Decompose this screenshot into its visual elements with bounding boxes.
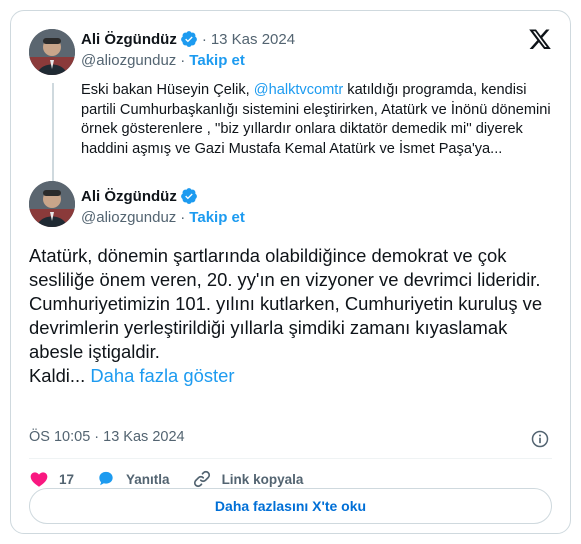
reply-bubble-icon xyxy=(99,471,113,486)
copy-link-label: Link kopyala xyxy=(221,471,304,487)
author-handle[interactable]: @aliozgunduz xyxy=(81,209,176,226)
divider xyxy=(29,458,552,459)
avatar[interactable] xyxy=(29,29,75,75)
verified-badge-icon xyxy=(180,30,198,48)
reply-label: Yanıtla xyxy=(126,471,170,487)
avatar[interactable] xyxy=(29,181,75,227)
quoted-tweet-text: Eski bakan Hüseyin Çelik, @halktvcomtr k… xyxy=(81,81,551,159)
tweet-timestamp[interactable]: ÖS 10:05 · 13 Kas 2024 xyxy=(29,429,185,445)
follow-button[interactable]: Takip et xyxy=(189,52,245,69)
author-handle[interactable]: @aliozgunduz xyxy=(81,52,176,69)
copy-link-button[interactable]: Link kopyala xyxy=(192,469,304,489)
embedded-tweet-card: Ali Özgündüz · 13 Kas 2024 @aliozgunduz … xyxy=(10,10,571,534)
x-logo-icon[interactable] xyxy=(528,27,552,51)
reply-button[interactable]: Yanıtla xyxy=(96,469,170,489)
author-name[interactable]: Ali Özgündüz xyxy=(81,188,177,205)
follow-button[interactable]: Takip et xyxy=(189,209,245,226)
verified-badge-icon xyxy=(180,187,198,205)
quoted-handle-row: @aliozgunduz · Takip et xyxy=(81,52,245,69)
info-icon[interactable] xyxy=(530,429,550,449)
link-icon xyxy=(193,470,210,488)
heart-icon xyxy=(30,472,48,487)
quoted-author-row: Ali Özgündüz · 13 Kas 2024 xyxy=(81,30,295,48)
quoted-date[interactable]: 13 Kas 2024 xyxy=(211,31,295,48)
quoted-text-start: Eski bakan Hüseyin Çelik, xyxy=(81,82,254,98)
separator-dot: · xyxy=(180,209,186,226)
author-name[interactable]: Ali Özgündüz xyxy=(81,31,177,48)
tweet-text: Atatürk, dönemin şartlarında olabildiğin… xyxy=(29,244,559,388)
mention-link[interactable]: @halktvcomtr xyxy=(254,82,343,98)
main-author-row: Ali Özgündüz xyxy=(81,187,198,205)
thread-line xyxy=(52,83,54,181)
show-more-link[interactable]: Daha fazla göster xyxy=(90,365,234,386)
like-count: 17 xyxy=(59,471,75,487)
separator-dot: · xyxy=(201,30,207,48)
main-handle-row: @aliozgunduz · Takip et xyxy=(81,209,245,226)
read-more-on-x-button[interactable]: Daha fazlasını X'te oku xyxy=(29,488,552,524)
like-button[interactable]: 17 xyxy=(29,469,74,489)
separator-dot: · xyxy=(180,52,186,69)
